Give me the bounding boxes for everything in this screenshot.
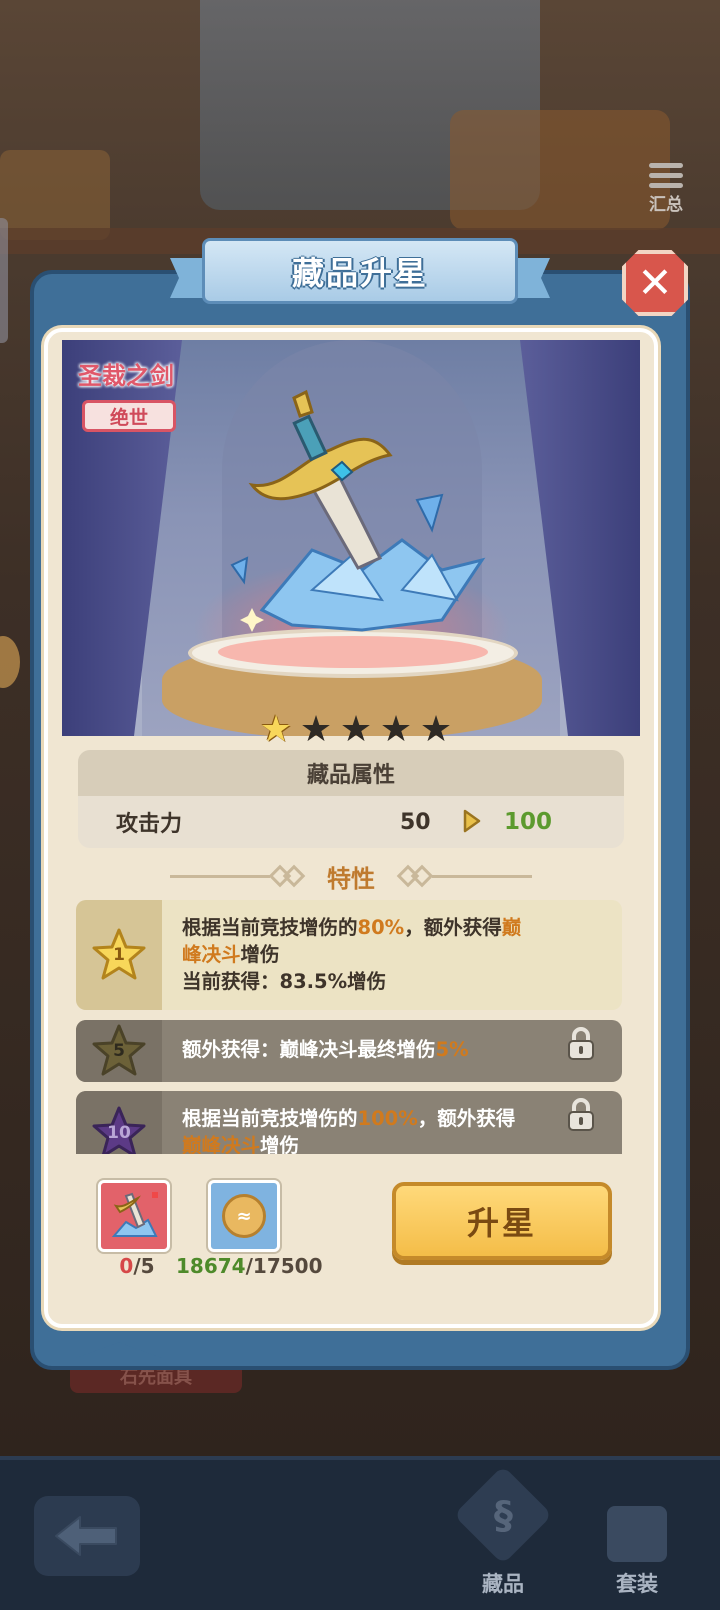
star-icon: ★: [339, 709, 373, 750]
modal-title: 藏品升星: [291, 254, 428, 292]
lock-icon: [568, 1027, 594, 1060]
coin-have: 18674: [176, 1254, 246, 1278]
coin-icon: ≈: [222, 1194, 266, 1238]
trait-item-1: 1 根据当前竞技增伤的80%，额外获得巅 峰决斗增伤 当前获得：83.5%增伤: [76, 900, 622, 1010]
background-chest: [0, 150, 110, 240]
trait-highlight: 80%: [357, 916, 405, 939]
close-icon: ✕: [637, 258, 673, 307]
summary-button[interactable]: 汇总: [636, 160, 696, 224]
star-icon: ★: [259, 709, 293, 750]
trait-current-value: 当前获得：83.5%增伤: [182, 970, 387, 993]
trait-text: 增伤: [260, 1134, 300, 1154]
trait-text: 增伤: [240, 943, 280, 966]
trait-star-icon: 1: [91, 927, 147, 983]
trait-highlight: 巅峰决斗: [182, 1134, 261, 1154]
star-icon: ★: [299, 709, 333, 750]
traits-title: 特性: [327, 864, 375, 893]
nav-collection-label: 藏品: [482, 1572, 524, 1596]
collection-icon: §: [453, 1465, 553, 1565]
trait-text: ，额外获得: [404, 916, 502, 939]
side-tab[interactable]: [0, 218, 8, 343]
trait-star-icon: 10: [91, 1105, 147, 1154]
star-icon: ★: [379, 709, 413, 750]
back-button[interactable]: [34, 1496, 140, 1576]
trait-level: 5: [113, 1041, 125, 1061]
modal-title-banner: 藏品升星: [170, 238, 550, 306]
list-icon: [649, 160, 683, 190]
shard-count: 0/5: [112, 1254, 162, 1278]
star-icon: ★: [419, 709, 453, 750]
rarity-badge: 绝世: [82, 400, 176, 432]
coin-item[interactable]: ≈: [208, 1180, 280, 1252]
trait-star-icon: 5: [91, 1023, 147, 1079]
close-button[interactable]: ✕: [622, 250, 688, 316]
trait-highlight: 5%: [435, 1038, 469, 1061]
trait-highlight: 峰决斗: [182, 943, 241, 966]
traits-list[interactable]: 1 根据当前竞技增伤的80%，额外获得巅 峰决斗增伤 当前获得：83.5%增伤 …: [76, 900, 624, 1154]
book-icon: [607, 1506, 667, 1562]
lock-icon: [568, 1098, 594, 1131]
trait-highlight: 100%: [357, 1107, 418, 1130]
nav-set-label: 套装: [616, 1572, 658, 1596]
trait-text: 额外获得：巅峰决斗最终增伤: [182, 1038, 436, 1061]
trait-text: 根据当前竞技增伤的: [182, 916, 358, 939]
trait-level: 10: [107, 1123, 131, 1143]
coin-count: 18674/17500: [176, 1254, 322, 1278]
attribute-name: 攻击力: [116, 812, 183, 837]
attribute-header: 藏品属性: [78, 750, 624, 796]
traits-header: 特性: [170, 856, 532, 896]
trait-highlight: 巅: [501, 916, 522, 939]
summary-label: 汇总: [649, 195, 683, 215]
coin-need: /17500: [245, 1254, 323, 1278]
trait-level: 1: [113, 945, 125, 965]
star-rating: ★ ★ ★ ★ ★: [258, 712, 454, 748]
attribute-panel: 藏品属性 攻击力 50 100: [78, 750, 624, 848]
attribute-current: 50: [400, 809, 431, 835]
arrow-left-icon: [55, 1516, 117, 1556]
trait-text: 根据当前竞技增伤的: [182, 1107, 358, 1130]
nav-collection[interactable]: § 藏品: [448, 1465, 558, 1598]
sword-shard-icon: [111, 1192, 158, 1237]
upgrade-star-button[interactable]: 升星: [392, 1182, 612, 1260]
item-name: 圣裁之剑: [78, 362, 174, 390]
trait-text: ，额外获得: [417, 1107, 516, 1130]
attribute-row: 攻击力 50 100: [78, 796, 624, 848]
shard-have: 0: [119, 1254, 134, 1278]
trait-item-10: 10 根据当前竞技增伤的100%，额外获得 巅峰决斗增伤: [76, 1091, 622, 1154]
arrow-right-icon: [463, 809, 481, 833]
attribute-next: 100: [504, 809, 553, 835]
nav-set[interactable]: 套装: [582, 1478, 692, 1598]
sword-shard-item[interactable]: [98, 1180, 170, 1252]
shard-need: /5: [133, 1254, 155, 1278]
trait-item-5: 5 额外获得：巅峰决斗最终增伤5%: [76, 1020, 622, 1082]
